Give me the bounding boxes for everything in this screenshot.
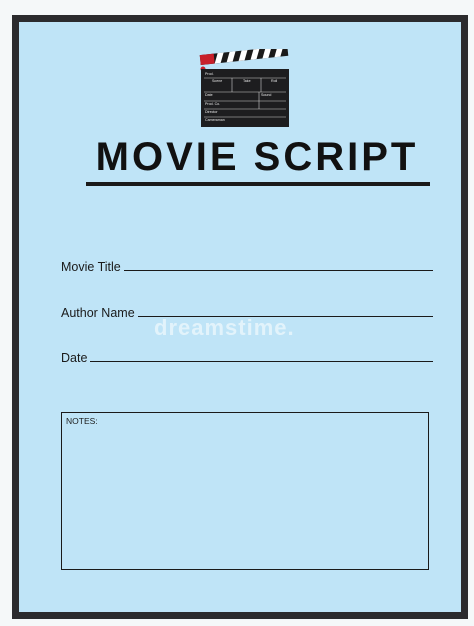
clapper-label-take: Take [243, 79, 251, 83]
movie-title-line[interactable] [123, 269, 433, 271]
clapper-label-date: Date [205, 93, 213, 97]
clapper-label-director: Director [205, 110, 218, 114]
title-underline [86, 182, 430, 186]
clapper-label-prod-co: Prod. Co. [205, 102, 220, 106]
author-name-label: Author Name [61, 306, 135, 320]
clapper-label-sound: Sound [261, 93, 271, 97]
author-name-field[interactable]: Author Name [61, 306, 433, 320]
date-label: Date [61, 351, 88, 365]
clapper-label-roll: Roll [271, 79, 277, 83]
date-line[interactable] [90, 360, 433, 362]
date-field[interactable]: Date [61, 351, 433, 365]
page-title: MOVIE SCRIPT [95, 135, 419, 179]
movie-title-label: Movie Title [61, 260, 121, 274]
clapper-label-scene: Scene [212, 79, 222, 83]
clapper-label-cameraman: Cameraman [205, 118, 225, 122]
movie-title-field[interactable]: Movie Title [61, 260, 433, 274]
title-container: MOVIE SCRIPT [85, 135, 429, 179]
notes-label: NOTES: [66, 416, 98, 426]
form-border: Prod. Scene Take Roll Date Sound Prod. C… [12, 15, 468, 619]
notes-box[interactable]: NOTES: [61, 412, 429, 570]
clapperboard-icon: Prod. Scene Take Roll Date Sound Prod. C… [199, 49, 289, 127]
clapper-label-prod: Prod. [205, 72, 214, 76]
author-name-line[interactable] [137, 315, 433, 317]
